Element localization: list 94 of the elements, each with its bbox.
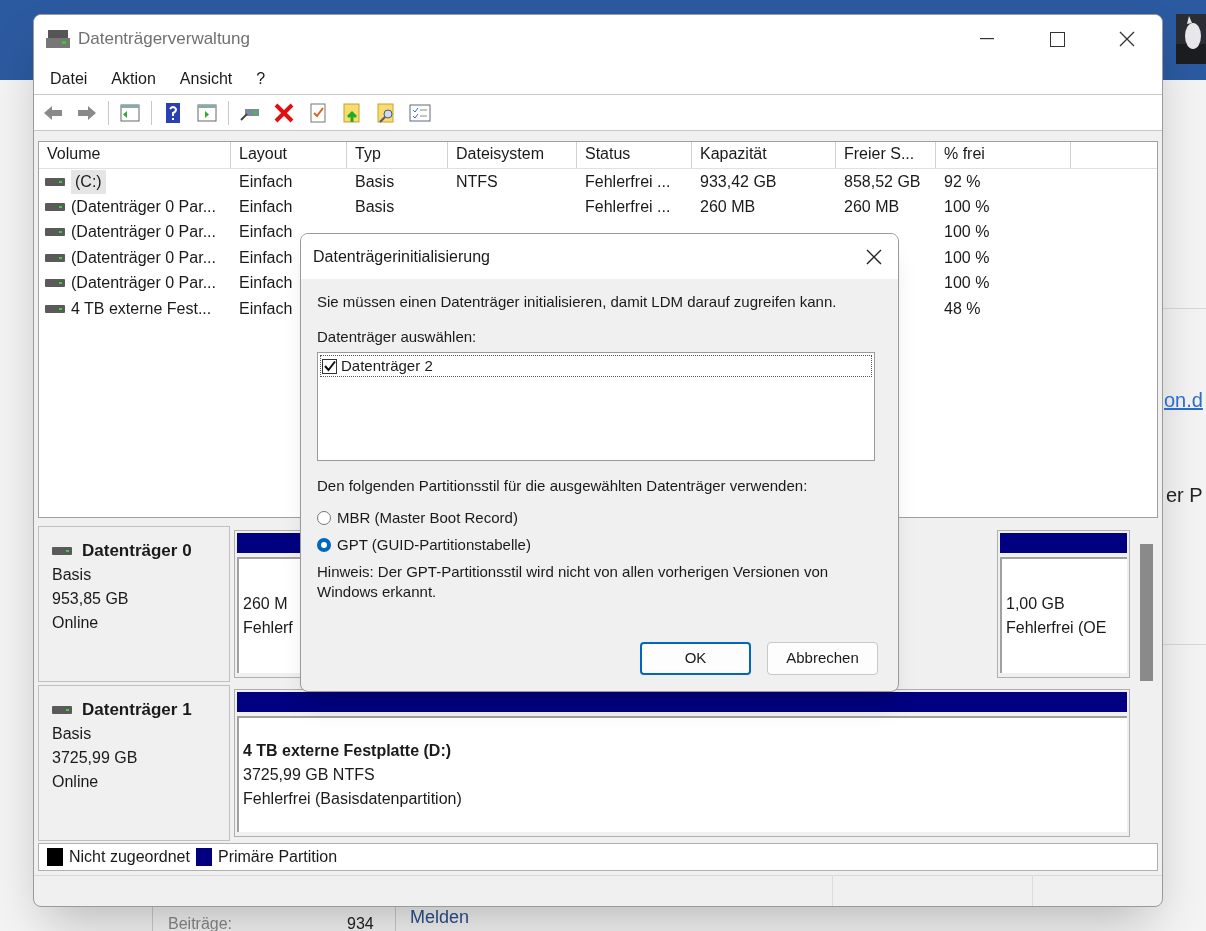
app-icon — [46, 28, 70, 50]
drive-entry[interactable]: (Datenträger 0 Par... — [71, 195, 216, 220]
dialog-button[interactable]: Abbrechen — [767, 642, 878, 675]
drive-entry[interactable]: (Datenträger 0 Par... — [71, 220, 216, 245]
radio-button[interactable] — [317, 511, 331, 525]
style-label: Den folgenden Partitionsstil für die ausgewählten Datenträger verwenden: — [317, 476, 809, 496]
disk-list[interactable]: Datenträger 2 — [317, 352, 875, 461]
legend-label: Nicht zugeordnet — [69, 847, 190, 867]
disk-info-panel[interactable]: Datenträger 0 Basis 953,85 GB Online — [38, 526, 230, 682]
radio-button[interactable] — [317, 538, 331, 552]
disk-type: Basis — [52, 724, 93, 744]
dialog-message: Sie müssen einen Datenträger initialisieren, damit LDM darauf zugreifen kann. — [317, 292, 838, 312]
disk-label: Datenträger 2 — [341, 355, 433, 376]
drive-entry[interactable]: (Datenträger 0 Par... — [71, 245, 216, 270]
partition-info: 3725,99 GB NTFS — [243, 765, 376, 785]
table-cell-text: Basis — [354, 197, 395, 218]
partition-info: Fehlerf — [243, 618, 294, 638]
maximize-icon — [1049, 31, 1065, 47]
drive-entry[interactable]: (Datenträger 0 Par... — [71, 271, 216, 296]
drive-entry[interactable]: 4 TB externe Fest... — [71, 296, 212, 321]
table-cell-text: 858,52 GB — [843, 171, 921, 192]
drive-icon — [45, 279, 65, 288]
drive-icon — [52, 706, 72, 714]
drive-icon — [45, 228, 65, 237]
dialog-button[interactable]: OK — [640, 642, 751, 675]
column-header[interactable]: Typ — [347, 142, 448, 168]
partition-info: Fehlerfrei (OE — [1006, 618, 1108, 638]
scrollbar-thumb[interactable] — [1139, 544, 1153, 681]
table-cell-text: 260 MB — [699, 197, 756, 218]
table-cell-text: 100 % — [943, 197, 990, 218]
drive-icon — [52, 547, 72, 555]
minimize-icon — [980, 38, 994, 40]
table-cell-text: Einfach — [238, 197, 293, 218]
drive-entry[interactable]: (C:) — [71, 169, 106, 194]
dialog-title: Datenträgerinitialisierung — [313, 246, 490, 267]
report-link[interactable]: Melden — [410, 904, 470, 931]
disk-status: Online — [52, 772, 100, 792]
close-icon — [866, 248, 882, 265]
drive-icon — [45, 253, 65, 262]
drive-icon — [45, 177, 65, 186]
disk-size: 3725,99 GB — [52, 748, 139, 768]
table-cell-text: 48 % — [943, 298, 981, 319]
checkbox[interactable] — [322, 358, 337, 374]
disk-list-item[interactable]: Datenträger 2 — [320, 355, 872, 377]
legend-label: Primäre Partition — [217, 847, 338, 867]
drive-icon — [45, 203, 65, 212]
table-cell-text: 92 % — [943, 171, 981, 192]
menu-item[interactable]: ? — [246, 66, 276, 91]
radio-label: MBR (Master Boot Record) — [337, 507, 518, 528]
stats-value: 934 — [347, 914, 374, 931]
column-header[interactable]: Freier S... — [836, 142, 936, 168]
partition-info: 1,00 GB — [1006, 594, 1066, 614]
table-cell-text: Einfach — [238, 247, 293, 268]
table-cell-text: Einfach — [238, 273, 293, 294]
window-title: Datenträgerverwaltung — [78, 28, 250, 51]
page-text: er P — [1166, 483, 1203, 508]
disk-info-panel[interactable]: Datenträger 1 Basis 3725,99 GB Online — [38, 685, 230, 841]
partition-block[interactable]: 1,00 GB Fehlerfrei (OE — [997, 530, 1130, 678]
disk-name: Datenträger 0 — [82, 540, 192, 562]
table-cell-text: Fehlerfrei ... — [584, 171, 671, 192]
partition-info: 260 M — [243, 594, 289, 614]
disk-status: Online — [52, 613, 100, 633]
column-header[interactable]: Layout — [231, 142, 347, 168]
close-icon — [1119, 31, 1135, 47]
disk-type: Basis — [52, 565, 93, 585]
partition-title: 4 TB externe Festplatte (D:) — [243, 741, 453, 761]
column-header[interactable]: Volume — [39, 142, 231, 168]
menu-item[interactable]: Aktion — [101, 66, 166, 91]
table-cell-text: 100 % — [943, 247, 990, 268]
disk-size: 953,85 GB — [52, 589, 130, 609]
disk-select-label: Datenträger auswählen: — [317, 326, 478, 347]
drive-icon — [45, 304, 65, 313]
table-cell-text: 260 MB — [843, 197, 900, 218]
table-cell-text: 100 % — [943, 273, 990, 294]
column-header[interactable]: Status — [577, 142, 692, 168]
table-cell-text: NTFS — [455, 171, 498, 192]
partition-info: Fehlerfrei (Basisdatenpartition) — [243, 789, 463, 809]
column-header[interactable]: % frei — [936, 142, 1071, 168]
menu-item[interactable]: Ansicht — [169, 66, 243, 91]
table-cell-text: 100 % — [943, 222, 990, 243]
column-header[interactable]: Kapazität — [692, 142, 836, 168]
disk-name: Datenträger 1 — [82, 699, 192, 721]
table-cell-text: Einfach — [238, 298, 293, 319]
table-cell-text: 933,42 GB — [699, 171, 777, 192]
table-cell-text: Einfach — [238, 171, 293, 192]
table-cell-text: Fehlerfrei ... — [584, 197, 671, 218]
link-text[interactable]: on.d — [1164, 385, 1203, 415]
table-cell-text: Einfach — [238, 222, 293, 243]
radio-label: GPT (GUID-Partitionstabelle) — [337, 534, 531, 555]
partition-block[interactable]: 4 TB externe Festplatte (D:) 3725,99 GB NTFS Fehlerfrei (Basisdatenpartition) — [234, 689, 1130, 837]
menu-item[interactable]: Datei — [40, 66, 98, 91]
column-header[interactable]: Dateisystem — [448, 142, 577, 168]
hint-text: Hinweis: Der GPT-Partitionsstil wird nicht von allen vorherigen Versionen von Windows erkannt. — [317, 561, 830, 602]
table-cell-text: Basis — [354, 171, 395, 192]
